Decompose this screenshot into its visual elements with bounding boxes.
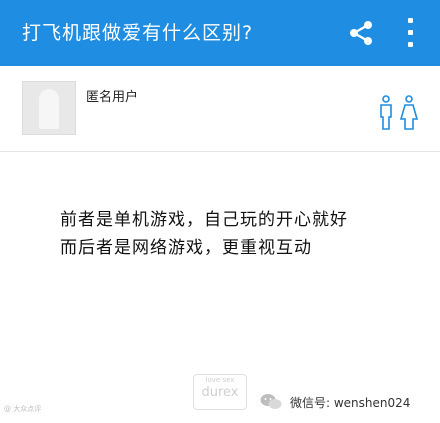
author-name[interactable]: 匿名用户 bbox=[86, 86, 138, 105]
more-menu-button[interactable] bbox=[404, 16, 418, 50]
share-icon bbox=[350, 21, 372, 45]
divider bbox=[0, 151, 440, 152]
page-title: 打飞机跟做爱有什么区别? bbox=[22, 22, 254, 44]
wechat-id-label: 微信号: wenshen024 bbox=[290, 395, 411, 410]
share-button[interactable] bbox=[346, 18, 376, 48]
wechat-icon bbox=[260, 394, 282, 409]
answer-line: 而后者是网络游戏，更重视互动 bbox=[60, 238, 312, 258]
brand-watermark-text: durex bbox=[201, 385, 239, 400]
wechat-watermark: 微信号: wenshen024 bbox=[260, 392, 410, 412]
brand-watermark-top: love sex bbox=[205, 376, 235, 384]
anonymous-avatar-icon[interactable] bbox=[22, 81, 76, 135]
weibo-watermark: @ 大众点评 bbox=[4, 405, 42, 413]
answer-body: 前者是单机游戏，自己玩的开心就好 而后者是网络游戏，更重视互动 bbox=[60, 206, 430, 262]
male-female-icon bbox=[380, 95, 419, 130]
app-bar: 打飞机跟做爱有什么区别? bbox=[0, 0, 440, 66]
brand-watermark: love sex durex bbox=[193, 374, 247, 410]
answer-line: 前者是单机游戏，自己玩的开心就好 bbox=[60, 210, 348, 230]
